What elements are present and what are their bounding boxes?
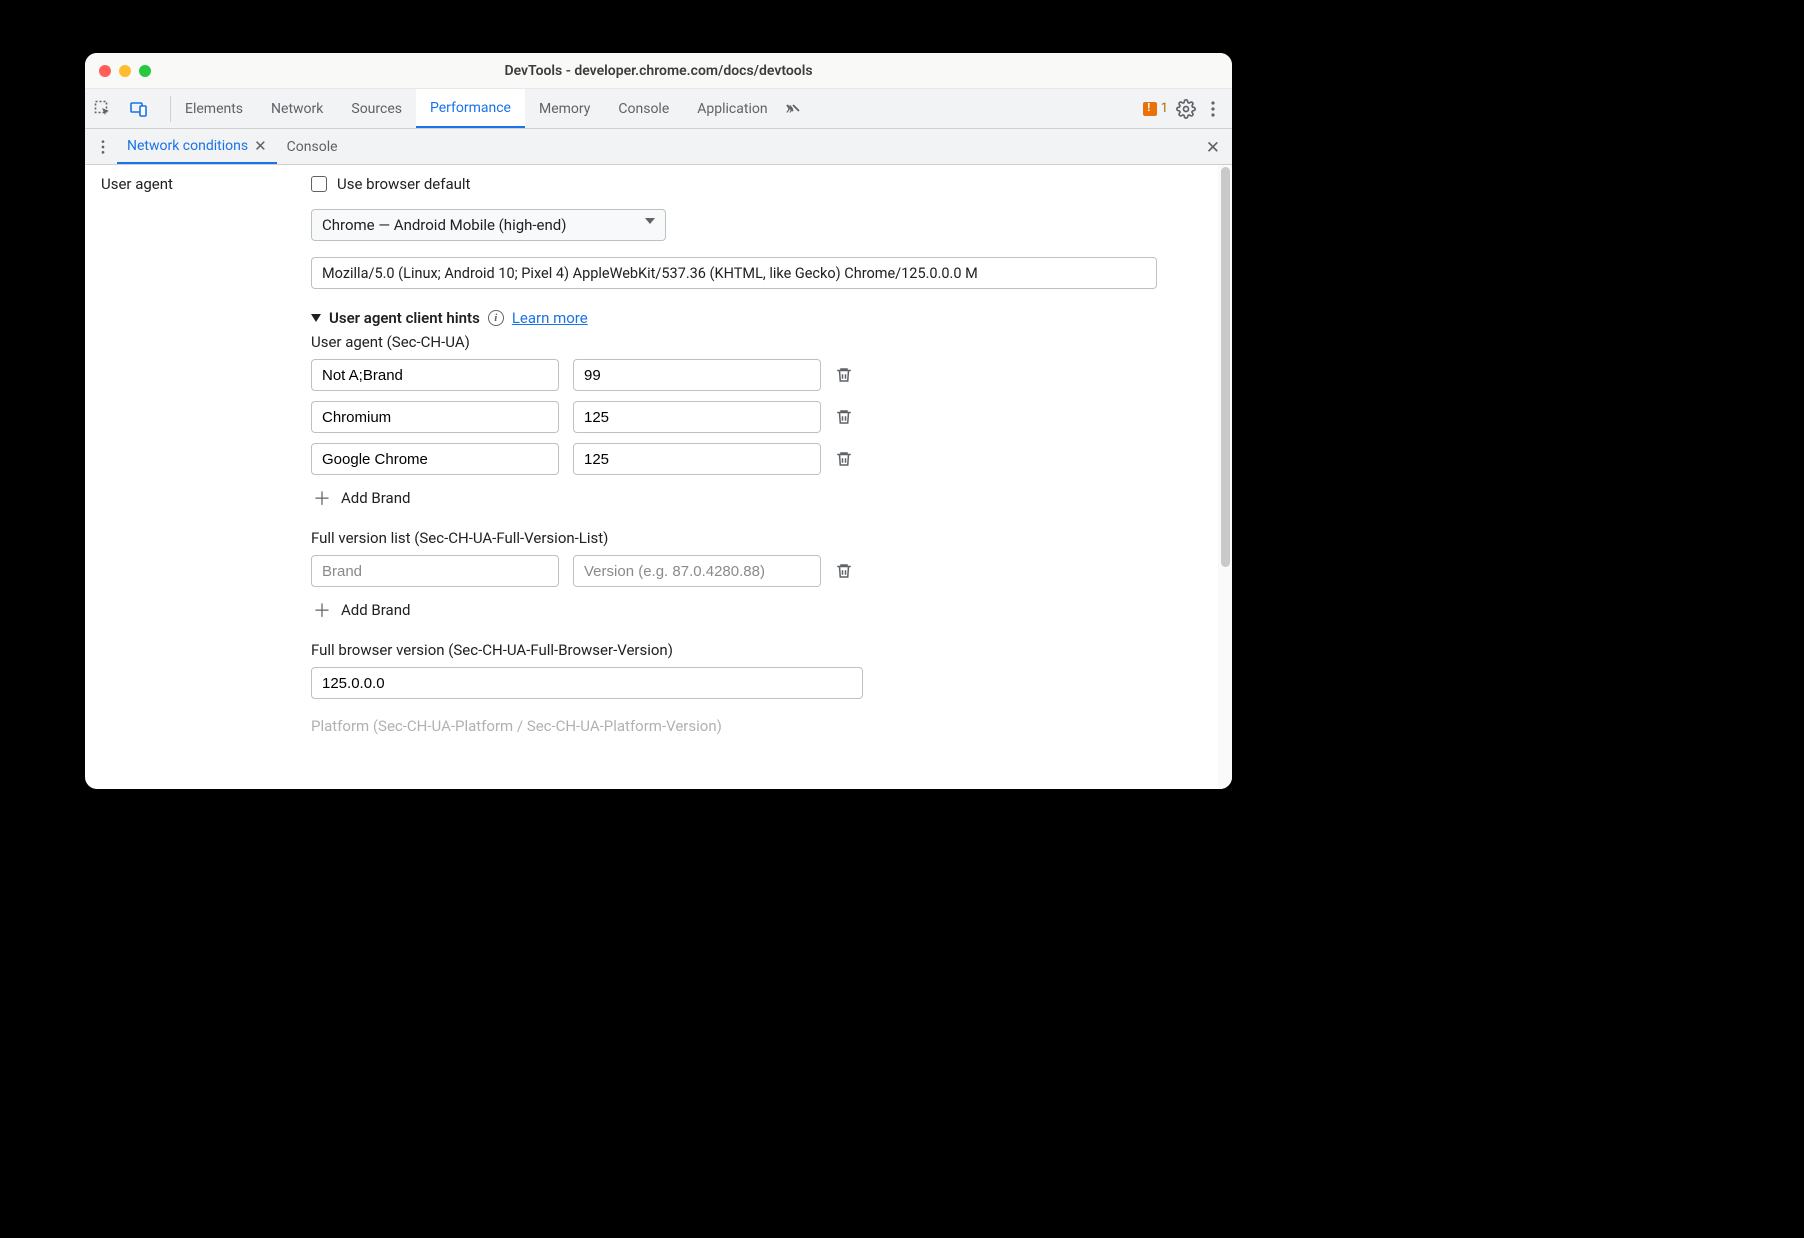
- more-tabs-icon[interactable]: »: [782, 89, 814, 128]
- brand-version-input[interactable]: [573, 443, 821, 475]
- use-browser-default-checkbox[interactable]: [311, 176, 327, 192]
- drawer-kebab-icon[interactable]: [95, 139, 117, 155]
- tab-elements[interactable]: Elements: [171, 89, 257, 128]
- tab-application[interactable]: Application: [683, 89, 781, 128]
- window-title: DevTools - developer.chrome.com/docs/dev…: [85, 63, 1232, 79]
- devtools-window: DevTools - developer.chrome.com/docs/dev…: [85, 53, 1232, 789]
- settings-icon[interactable]: [1176, 99, 1196, 119]
- warnings-badge[interactable]: 1: [1143, 101, 1168, 116]
- brand-name-input[interactable]: [311, 401, 559, 433]
- learn-more-link[interactable]: Learn more: [512, 309, 588, 327]
- brand-row: [311, 401, 1208, 433]
- tab-sources[interactable]: Sources: [337, 89, 416, 128]
- fvl-brand-input[interactable]: [311, 555, 559, 587]
- close-tab-icon[interactable]: ✕: [254, 137, 267, 155]
- kebab-menu-icon[interactable]: [1204, 100, 1222, 118]
- use-browser-default-label: Use browser default: [337, 175, 470, 193]
- platform-label-cut: Platform (Sec-CH-UA-Platform / Sec-CH-UA…: [311, 717, 1208, 735]
- scrollbar-thumb[interactable]: [1221, 167, 1230, 567]
- chevron-down-icon: [645, 218, 655, 224]
- fvl-version-input[interactable]: [573, 555, 821, 587]
- trash-icon[interactable]: [835, 366, 853, 384]
- ua-preset-value: Chrome — Android Mobile (high-end): [322, 216, 566, 234]
- trash-icon[interactable]: [835, 408, 853, 426]
- full-browser-version-label: Full browser version (Sec-CH-UA-Full-Bro…: [311, 641, 1208, 659]
- device-toggle-icon[interactable]: [121, 89, 157, 128]
- plus-icon: ＋: [313, 597, 331, 623]
- drawer-tab-console[interactable]: Console: [277, 129, 348, 164]
- client-hints-heading[interactable]: User agent client hints i Learn more: [311, 309, 1208, 327]
- drawer-close-icon[interactable]: ✕: [1206, 138, 1220, 158]
- brand-name-input[interactable]: [311, 443, 559, 475]
- add-brand-button-2[interactable]: ＋ Add Brand: [313, 597, 1208, 623]
- tab-performance[interactable]: Performance: [416, 89, 525, 128]
- ua-preset-select[interactable]: Chrome — Android Mobile (high-end): [311, 209, 666, 241]
- drawer-tab-network-conditions[interactable]: Network conditions ✕: [117, 129, 277, 164]
- trash-icon[interactable]: [835, 450, 853, 468]
- full-version-list-label: Full version list (Sec-CH-UA-Full-Versio…: [311, 529, 1208, 547]
- warning-icon: [1143, 102, 1157, 116]
- inspect-icon[interactable]: [85, 89, 121, 128]
- devtools-tab-bar: Elements Network Sources Performance Mem…: [85, 89, 1232, 129]
- brand-name-input[interactable]: [311, 359, 559, 391]
- trash-icon[interactable]: [835, 562, 853, 580]
- drawer-tab-bar: Network conditions ✕ Console ✕: [85, 129, 1232, 165]
- brand-row: [311, 443, 1208, 475]
- info-icon[interactable]: i: [488, 310, 504, 326]
- tab-console[interactable]: Console: [604, 89, 683, 128]
- brand-row: [311, 359, 1208, 391]
- full-browser-version-input[interactable]: [311, 667, 863, 699]
- section-label-user-agent: User agent: [85, 165, 311, 789]
- full-version-list-row: [311, 555, 1208, 587]
- ua-string-input[interactable]: Mozilla/5.0 (Linux; Android 10; Pixel 4)…: [311, 257, 1157, 289]
- warning-count: 1: [1161, 101, 1168, 116]
- scrollbar[interactable]: [1218, 165, 1232, 789]
- brand-version-input[interactable]: [573, 401, 821, 433]
- tab-memory[interactable]: Memory: [525, 89, 604, 128]
- tab-network[interactable]: Network: [257, 89, 337, 128]
- titlebar: DevTools - developer.chrome.com/docs/dev…: [85, 53, 1232, 89]
- add-brand-button[interactable]: ＋ Add Brand: [313, 485, 1208, 511]
- network-conditions-panel: User agent Use browser default Chrome — …: [85, 165, 1232, 789]
- disclosure-triangle-icon: [311, 314, 321, 322]
- plus-icon: ＋: [313, 485, 331, 511]
- sec-ch-ua-label: User agent (Sec-CH-UA): [311, 333, 1208, 351]
- brand-version-input[interactable]: [573, 359, 821, 391]
